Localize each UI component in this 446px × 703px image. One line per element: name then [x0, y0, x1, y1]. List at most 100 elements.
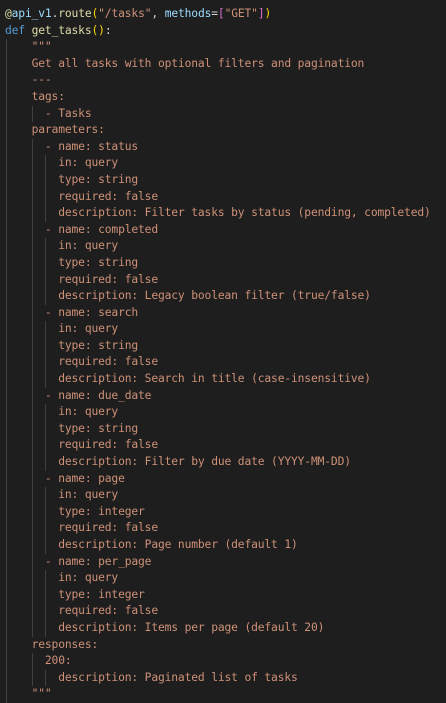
indent-guide	[5, 454, 7, 471]
decorator-comma: ,	[151, 7, 165, 20]
indent-guide	[5, 553, 7, 571]
docstring-line: - name: page	[0, 470, 446, 488]
indent-guide	[5, 254, 7, 272]
docstring-text: type: string	[5, 255, 139, 269]
indent-guide	[31, 454, 33, 471]
indent-guide	[45, 371, 47, 388]
docstring-line: type: integer	[0, 503, 446, 521]
decorator-object: api_v1	[11, 7, 52, 20]
indent-guide	[5, 122, 7, 139]
docstring-line: required: false	[0, 188, 446, 206]
indent-guide	[31, 553, 33, 571]
docstring-text: required: false	[5, 189, 158, 203]
indent-guide	[31, 387, 33, 405]
docstring-text: type: integer	[5, 504, 145, 518]
docstring-line: type: string	[0, 420, 446, 438]
indent-guide	[31, 254, 33, 272]
docstring-line: description: Filter tasks by status (pen…	[0, 205, 446, 222]
def-parens: ()	[91, 23, 105, 37]
docstring-text: - name: search	[5, 305, 139, 319]
indent-guide	[5, 221, 7, 239]
indent-guide	[45, 537, 47, 554]
docstring-text: description: Legacy boolean filter (true…	[5, 289, 371, 303]
docstring-text: type: string	[5, 421, 139, 435]
docstring-line: in: query	[0, 570, 446, 587]
indent-guide	[5, 537, 7, 554]
docstring-text: """	[5, 687, 52, 701]
docstring-line: parameters:	[0, 122, 446, 139]
indent-guide	[45, 420, 47, 438]
code-editor[interactable]: @api_v1.route("/tasks", methods=["GET"])…	[0, 0, 446, 703]
indent-guide	[45, 288, 47, 305]
indent-guide	[31, 205, 33, 222]
indent-guide	[5, 570, 7, 587]
indent-guide	[5, 55, 7, 73]
indent-guide	[5, 138, 7, 156]
docstring-text: - name: due_date	[5, 388, 152, 402]
indent-guide	[5, 271, 7, 289]
docstring-text: required: false	[5, 355, 158, 369]
decorator-path: "/tasks"	[98, 7, 152, 20]
indent-guide	[5, 586, 7, 604]
docstring-text: description: Search in title (case-insen…	[5, 372, 371, 386]
indent-guide	[5, 520, 7, 537]
indent-guide	[5, 686, 7, 703]
docstring-line: - name: per_page	[0, 553, 446, 571]
indent-guide	[5, 603, 7, 620]
indent-guide	[45, 155, 47, 172]
indent-guide	[5, 354, 7, 372]
docstring-text: """	[5, 40, 52, 54]
indent-guide	[31, 669, 33, 687]
docstring-line: required: false	[0, 354, 446, 372]
docstring-text: required: false	[5, 438, 158, 452]
indent-guide	[31, 503, 33, 521]
docstring-line: description: Search in title (case-insen…	[0, 371, 446, 388]
indent-guide	[45, 354, 47, 372]
indent-guide	[31, 603, 33, 620]
docstring-text: required: false	[5, 272, 158, 286]
indent-guide	[31, 188, 33, 206]
docstring-line: description: Page number (default 1)	[0, 537, 446, 554]
docstring-text: - name: page	[5, 471, 125, 485]
docstring-line: required: false	[0, 603, 446, 620]
decorator-paren-close: )	[264, 7, 272, 20]
indent-guide	[31, 437, 33, 455]
decorator-bracket-open: [	[217, 7, 225, 20]
docstring-line: - name: status	[0, 138, 446, 156]
indent-guide	[5, 653, 7, 670]
indent-guide	[45, 454, 47, 471]
indent-guide	[31, 354, 33, 372]
indent-guide	[45, 619, 47, 637]
indent-guide	[5, 39, 7, 56]
docstring-text: in: query	[5, 239, 119, 253]
indent-guide	[31, 321, 33, 338]
indent-guide	[5, 155, 7, 172]
docstring-line: - name: due_date	[0, 387, 446, 405]
code-line-decorator: @api_v1.route("/tasks", methods=["GET"])	[0, 6, 446, 23]
docstring-line: type: integer	[0, 586, 446, 604]
docstring-text: - name: status	[5, 139, 139, 153]
def-keyword: def	[5, 23, 25, 37]
indent-guide	[45, 171, 47, 189]
indent-guide	[31, 171, 33, 189]
docstring-text: in: query	[5, 322, 119, 336]
indent-guide	[31, 155, 33, 172]
indent-guide	[5, 503, 7, 521]
docstring-line: description: Paginated list of tasks	[0, 669, 446, 687]
decorator-get-string: "GET"	[224, 7, 258, 20]
docstring-text: parameters:	[5, 123, 105, 137]
docstring-line: description: Legacy boolean filter (true…	[0, 288, 446, 305]
indent-guide	[45, 603, 47, 620]
docstring-text: 200:	[5, 654, 72, 668]
indent-guide	[31, 337, 33, 355]
docstring-text: in: query	[5, 488, 119, 502]
docstring-line: in: query	[0, 238, 446, 255]
indent-guide	[31, 221, 33, 239]
indent-guide	[5, 238, 7, 255]
indent-guide	[31, 138, 33, 156]
indent-guide	[5, 387, 7, 405]
indent-guide	[45, 487, 47, 504]
decorator-equals: =	[211, 7, 218, 20]
indent-guide	[31, 105, 33, 123]
indent-guide	[45, 570, 47, 587]
